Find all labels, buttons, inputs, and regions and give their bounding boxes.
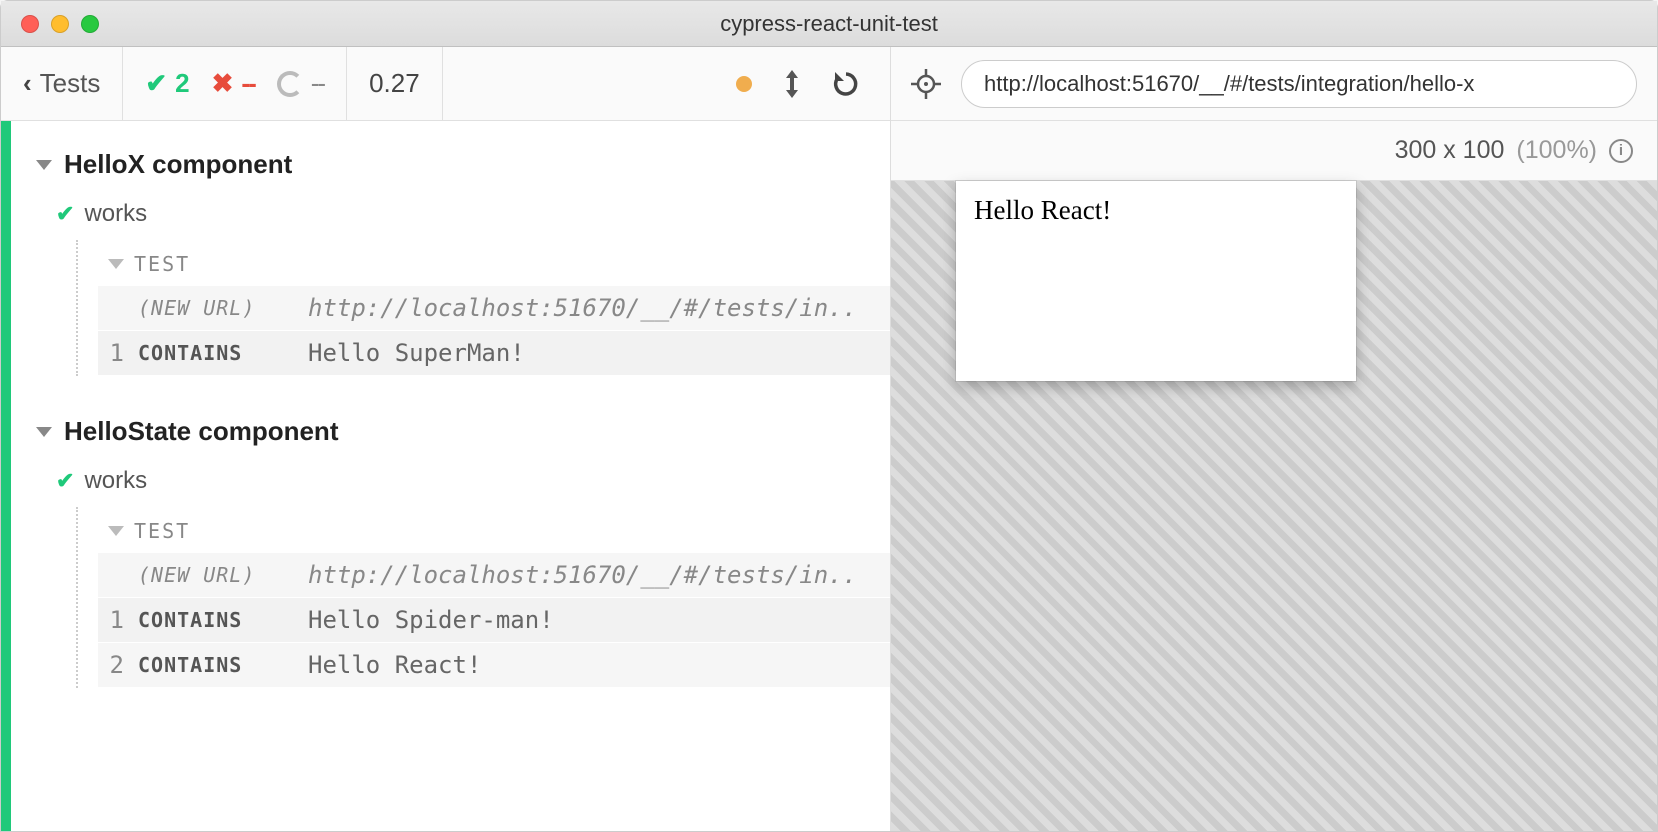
caret-down-icon xyxy=(108,526,124,536)
command-number: 1 xyxy=(98,339,138,367)
aut-toolbar: http://localhost:51670/__/#/tests/integr… xyxy=(891,47,1657,121)
toggle-auto-scroll-button[interactable] xyxy=(782,70,802,98)
pending-count: -- xyxy=(311,68,324,99)
command-name: CONTAINS xyxy=(138,653,308,677)
viewport-info: 300 x 100 (100%) i xyxy=(891,121,1657,181)
reload-icon xyxy=(832,70,860,98)
it-title: works xyxy=(84,200,147,228)
command-number: 2 xyxy=(98,651,138,679)
caret-down-icon xyxy=(36,160,52,170)
command-name: CONTAINS xyxy=(138,608,308,632)
stat-passed: ✔ 2 xyxy=(145,68,189,99)
describe-title: HelloState component xyxy=(64,416,338,447)
viewport-scale: (100%) xyxy=(1516,136,1597,165)
describe-block: HelloX component ✔ works TEST (NEW URL)http:… xyxy=(26,129,890,376)
crosshair-icon xyxy=(911,69,941,99)
test-section-header[interactable]: TEST xyxy=(98,240,890,286)
check-icon: ✔ xyxy=(145,68,167,99)
app-window: cypress-react-unit-test ‹ Tests ✔ 2 ✖ -- xyxy=(0,0,1658,832)
check-icon: ✔ xyxy=(56,468,74,494)
auto-scroll-indicator-icon xyxy=(736,76,752,92)
main-content: ‹ Tests ✔ 2 ✖ -- -- xyxy=(1,47,1657,831)
test-stats: ✔ 2 ✖ -- -- xyxy=(123,47,347,120)
window-title: cypress-react-unit-test xyxy=(1,11,1657,37)
duration-value: 0.27 xyxy=(369,68,420,99)
test-section-label: TEST xyxy=(134,252,190,276)
aut-url-bar[interactable]: http://localhost:51670/__/#/tests/integr… xyxy=(961,60,1637,108)
command-row[interactable]: (NEW URL)http://localhost:51670/__/#/tes… xyxy=(98,553,890,598)
passed-count: 2 xyxy=(175,68,189,99)
updown-arrow-icon xyxy=(782,70,802,98)
back-label: Tests xyxy=(40,68,101,99)
command-name: CONTAINS xyxy=(138,341,308,365)
command-row[interactable]: 1CONTAINSHello Spider-man! xyxy=(98,598,890,643)
command-message: Hello SuperMan! xyxy=(308,339,870,367)
x-icon: ✖ xyxy=(212,68,234,99)
describe-title: HelloX component xyxy=(64,149,292,180)
reporter-pane: ‹ Tests ✔ 2 ✖ -- -- xyxy=(1,47,891,831)
command-message: Hello Spider-man! xyxy=(308,606,870,634)
toolbar-actions xyxy=(714,47,890,120)
test-section-label: TEST xyxy=(134,519,190,543)
command-row[interactable]: 2CONTAINSHello React! xyxy=(98,643,890,688)
status-rail xyxy=(1,121,11,831)
describe-block: HelloState component ✔ works TEST (NEW URL)h… xyxy=(26,396,890,688)
viewport-info-button[interactable]: i xyxy=(1609,139,1633,163)
stat-failed: ✖ -- xyxy=(212,68,255,99)
window-zoom-button[interactable] xyxy=(81,15,99,33)
aut-frame[interactable]: Hello React! xyxy=(956,181,1356,381)
aut-url: http://localhost:51670/__/#/tests/integr… xyxy=(984,71,1474,97)
chevron-left-icon: ‹ xyxy=(23,68,32,99)
specs-list: HelloX component✔worksTEST(NEW URL)http:… xyxy=(11,121,890,831)
command-name: (NEW URL) xyxy=(138,563,308,587)
test-commands-block: TEST (NEW URL)http://localhost:51670/__/#… xyxy=(76,240,890,376)
command-number: 1 xyxy=(98,606,138,634)
titlebar: cypress-react-unit-test xyxy=(1,1,1657,47)
command-message: Hello React! xyxy=(308,651,870,679)
describe-header[interactable]: HelloState component xyxy=(26,396,890,461)
command-message: http://localhost:51670/__/#/tests/in.. xyxy=(308,561,870,589)
test-section-header[interactable]: TEST xyxy=(98,507,890,553)
command-row[interactable]: 1CONTAINSHello SuperMan! xyxy=(98,331,890,376)
check-icon: ✔ xyxy=(56,201,74,227)
it-title: works xyxy=(84,467,147,495)
tests-body: HelloX component✔worksTEST(NEW URL)http:… xyxy=(1,121,890,831)
failed-count: -- xyxy=(241,68,254,99)
command-message: http://localhost:51670/__/#/tests/in.. xyxy=(308,294,870,322)
stat-pending: -- xyxy=(277,68,324,99)
window-close-button[interactable] xyxy=(21,15,39,33)
viewport-size: 300 x 100 xyxy=(1395,136,1505,165)
caret-down-icon xyxy=(36,427,52,437)
traffic-lights xyxy=(1,15,99,33)
aut-viewport: Hello React! xyxy=(891,181,1657,831)
caret-down-icon xyxy=(108,259,124,269)
reporter-toolbar: ‹ Tests ✔ 2 ✖ -- -- xyxy=(1,47,890,121)
rerun-button[interactable] xyxy=(832,70,860,98)
command-name: (NEW URL) xyxy=(138,296,308,320)
aut-content: Hello React! xyxy=(974,195,1111,225)
describe-header[interactable]: HelloX component xyxy=(26,129,890,194)
test-commands-block: TEST (NEW URL)http://localhost:51670/__/#… xyxy=(76,507,890,688)
it-header[interactable]: ✔ works xyxy=(26,461,890,507)
pending-icon xyxy=(277,71,303,97)
command-row[interactable]: (NEW URL)http://localhost:51670/__/#/tes… xyxy=(98,286,890,331)
window-minimize-button[interactable] xyxy=(51,15,69,33)
back-to-tests-button[interactable]: ‹ Tests xyxy=(1,47,123,120)
it-header[interactable]: ✔ works xyxy=(26,194,890,240)
stat-duration: 0.27 xyxy=(347,47,443,120)
selector-playground-button[interactable] xyxy=(911,69,941,99)
aut-pane: http://localhost:51670/__/#/tests/integr… xyxy=(891,47,1657,831)
